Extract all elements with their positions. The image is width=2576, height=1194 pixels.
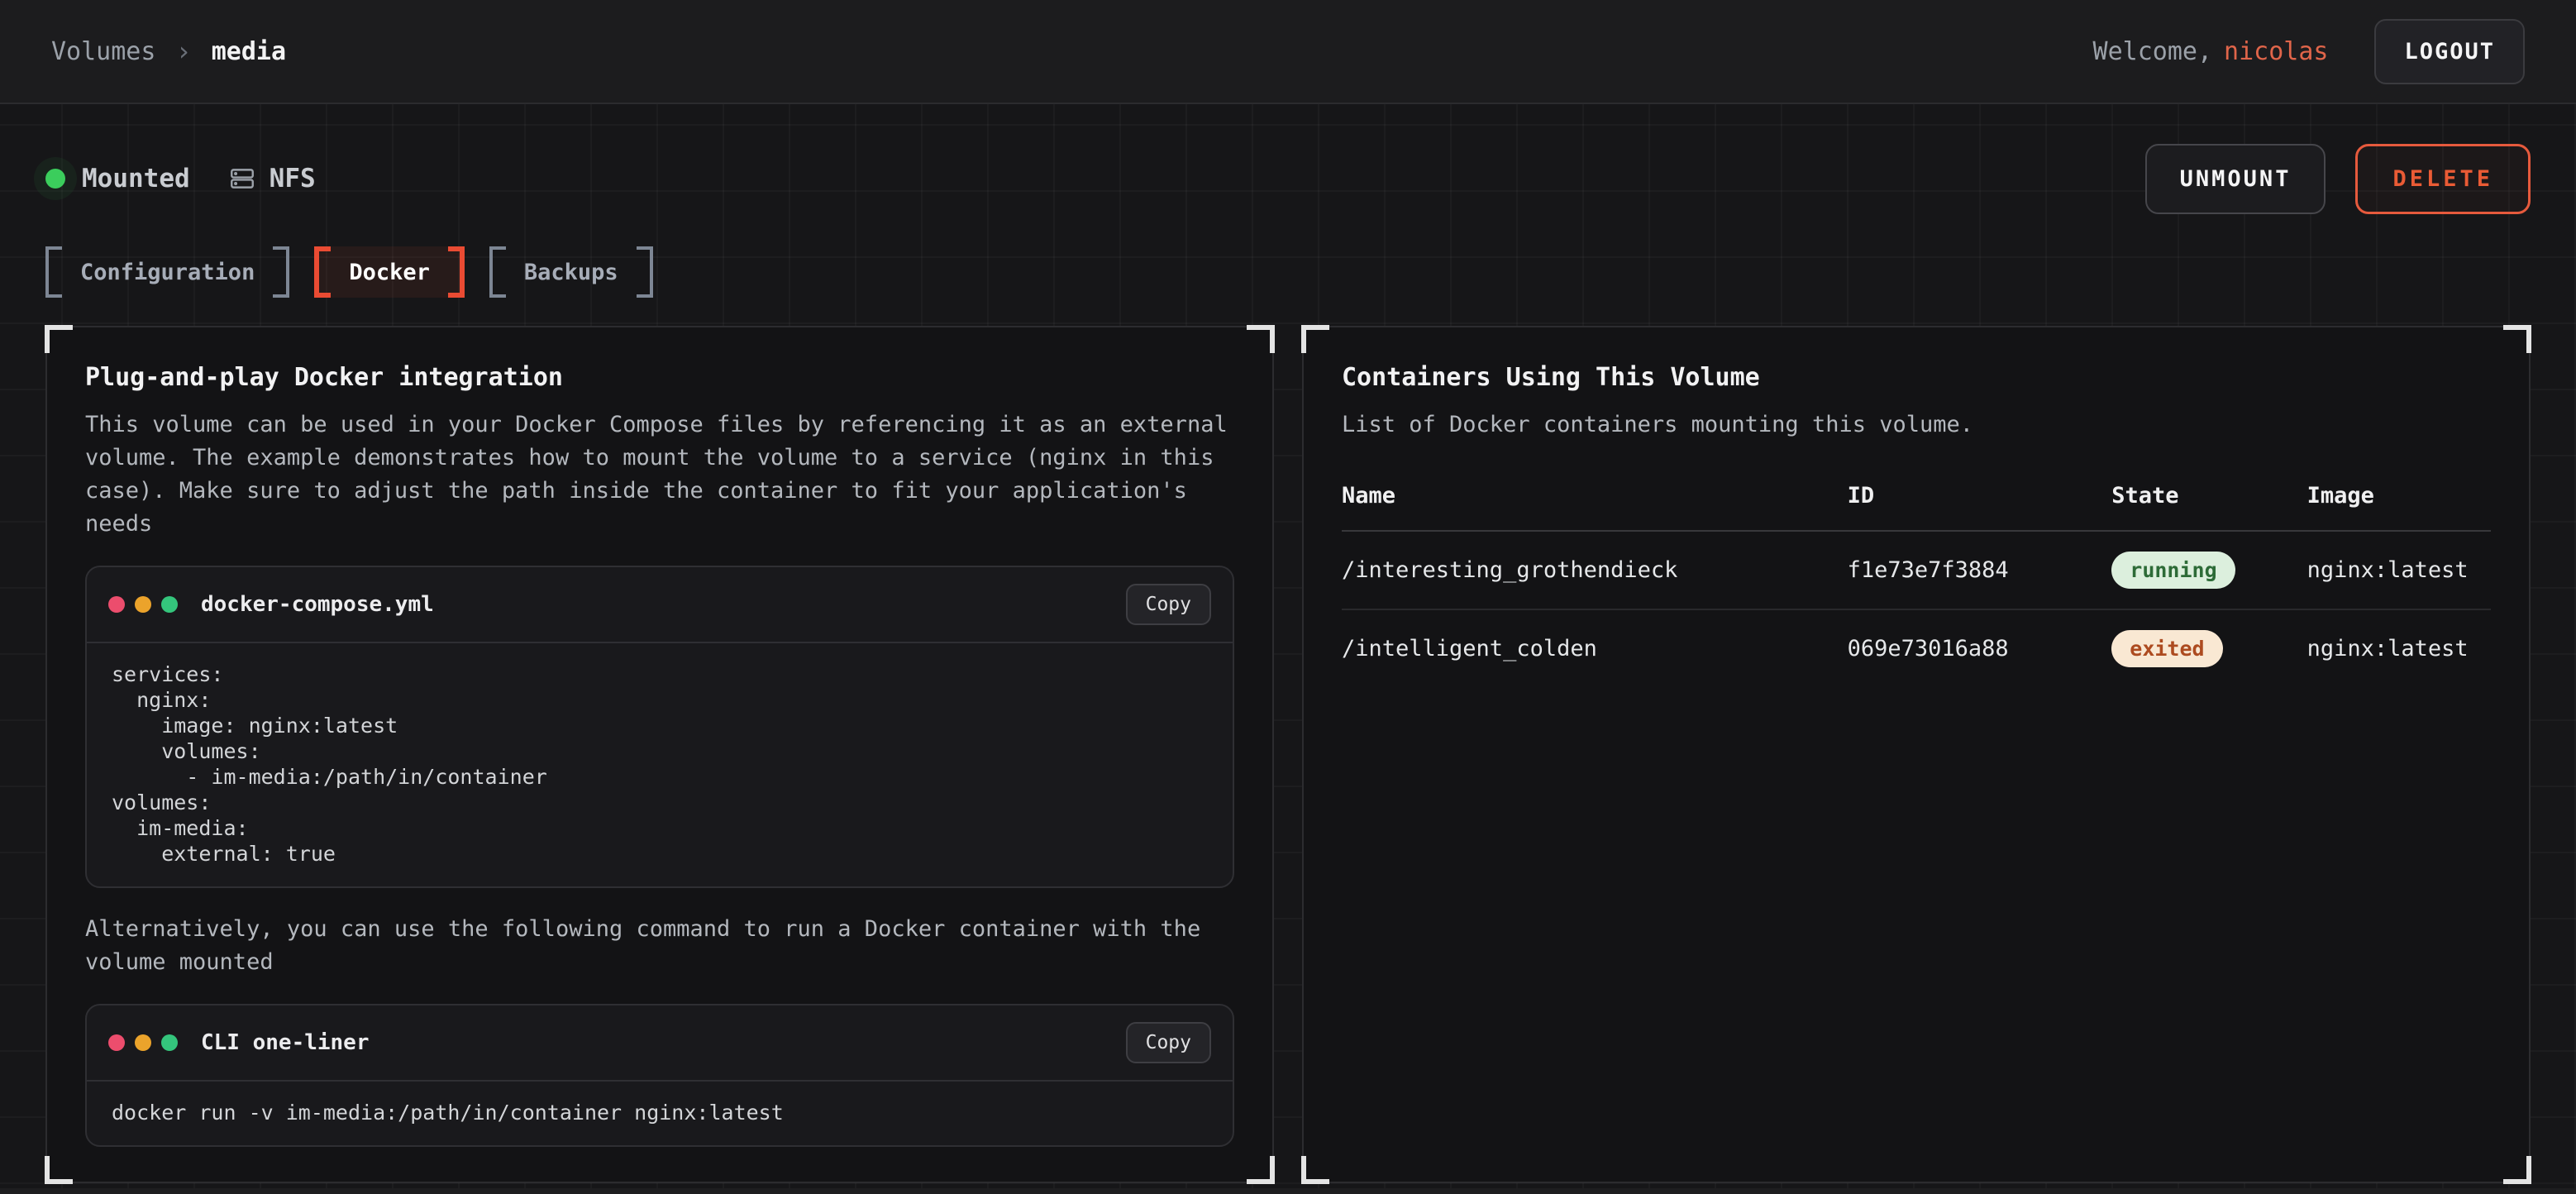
cli-code-block: CLI one-liner Copy docker run -v im-medi… <box>85 1004 1234 1147</box>
panel-corner-mark <box>1301 325 1329 353</box>
cli-intro-text: Alternatively, you can use the following… <box>85 913 1234 979</box>
bracket-left <box>489 246 506 298</box>
panel-corner-mark <box>1247 1156 1275 1184</box>
bracket-left <box>314 246 331 298</box>
logout-button[interactable]: LOGOUT <box>2374 19 2525 84</box>
compose-code-block: docker-compose.yml Copy services: nginx:… <box>85 566 1234 888</box>
container-name: /interesting_grothendieck <box>1342 531 1848 609</box>
tab-docker[interactable]: Docker <box>314 246 465 298</box>
window-dot-red-icon <box>108 1034 125 1051</box>
bracket-left <box>45 246 62 298</box>
window-dot-yellow-icon <box>135 1034 151 1051</box>
panel-description: This volume can be used in your Docker C… <box>85 408 1234 541</box>
state-badge: running <box>2111 552 2235 589</box>
volume-status-row: Mounted NFS UNMOUNT DELETE <box>45 152 2531 205</box>
fs-type-label: NFS <box>270 164 316 193</box>
containers-table: Name ID State Image /interesting_grothen… <box>1342 483 2491 687</box>
mounted-status-dot-icon <box>45 169 65 189</box>
column-header-id: ID <box>1848 483 2112 531</box>
tab-label: Configuration <box>80 260 255 285</box>
panel-title: Plug-and-play Docker integration <box>85 362 1234 394</box>
tab-label: Docker <box>349 260 430 285</box>
window-dot-green-icon <box>161 596 178 613</box>
containers-panel: Containers Using This Volume List of Doc… <box>1302 326 2531 1183</box>
panel-title: Containers Using This Volume <box>1342 362 2491 394</box>
column-header-name: Name <box>1342 483 1848 531</box>
main-content: Mounted NFS UNMOUNT DELETE Configuration… <box>0 104 2576 1183</box>
mounted-status-label: Mounted <box>82 164 190 193</box>
server-icon <box>228 165 256 193</box>
docker-integration-panel: Plug-and-play Docker integration This vo… <box>45 326 1274 1183</box>
panel-corner-mark <box>2503 325 2531 353</box>
table-row: /intelligent_colden 069e73016a88 exited … <box>1342 609 2491 687</box>
top-bar-right: Welcome, nicolas LOGOUT <box>2093 19 2525 84</box>
container-id: 069e73016a88 <box>1848 609 2112 687</box>
tab-backups[interactable]: Backups <box>489 246 653 298</box>
tab-configuration[interactable]: Configuration <box>45 246 289 298</box>
code-filename: docker-compose.yml <box>201 592 434 617</box>
code-block-header: docker-compose.yml Copy <box>87 567 1233 643</box>
panel-corner-mark <box>1247 325 1275 353</box>
column-header-state: State <box>2111 483 2306 531</box>
container-name: /intelligent_colden <box>1342 609 1848 687</box>
code-block-header: CLI one-liner Copy <box>87 1005 1233 1082</box>
state-badge: exited <box>2111 630 2222 667</box>
table-header-row: Name ID State Image <box>1342 483 2491 531</box>
copy-cli-button[interactable]: Copy <box>1126 1022 1211 1063</box>
bracket-right <box>448 246 465 298</box>
container-id: f1e73e7f3884 <box>1848 531 2112 609</box>
bracket-right <box>637 246 653 298</box>
panel-corner-mark <box>45 325 73 353</box>
panel-corner-mark <box>2503 1156 2531 1184</box>
cli-code: docker run -v im-media:/path/in/containe… <box>87 1082 1233 1145</box>
column-header-image: Image <box>2307 483 2491 531</box>
bracket-right <box>273 246 289 298</box>
panel-corner-mark <box>1301 1156 1329 1184</box>
tab-label: Backups <box>524 260 618 285</box>
panel-corner-mark <box>45 1156 73 1184</box>
welcome-text: Welcome, <box>2093 37 2213 66</box>
compose-code: services: nginx: image: nginx:latest vol… <box>87 643 1233 886</box>
container-image: nginx:latest <box>2307 609 2491 687</box>
container-image: nginx:latest <box>2307 531 2491 609</box>
breadcrumb-volumes-link[interactable]: Volumes <box>51 37 155 66</box>
chevron-right-icon: › <box>175 36 191 67</box>
username: nicolas <box>2224 37 2328 66</box>
window-dot-yellow-icon <box>135 596 151 613</box>
table-row: /interesting_grothendieck f1e73e7f3884 r… <box>1342 531 2491 609</box>
panel-subtitle: List of Docker containers mounting this … <box>1342 408 2491 442</box>
window-dot-red-icon <box>108 596 125 613</box>
tabs: Configuration Docker Backups <box>45 246 2531 298</box>
breadcrumb-current-page: media <box>212 37 286 66</box>
window-dot-green-icon <box>161 1034 178 1051</box>
volume-detail-page: Volumes › media Welcome, nicolas LOGOUT … <box>0 0 2576 1194</box>
delete-button[interactable]: DELETE <box>2355 144 2531 214</box>
copy-compose-button[interactable]: Copy <box>1126 584 1211 625</box>
code-filename: CLI one-liner <box>201 1030 370 1055</box>
top-bar: Volumes › media Welcome, nicolas LOGOUT <box>0 0 2576 104</box>
unmount-button[interactable]: UNMOUNT <box>2145 144 2326 214</box>
breadcrumb: Volumes › media <box>51 36 286 67</box>
panels-row: Plug-and-play Docker integration This vo… <box>45 326 2531 1183</box>
